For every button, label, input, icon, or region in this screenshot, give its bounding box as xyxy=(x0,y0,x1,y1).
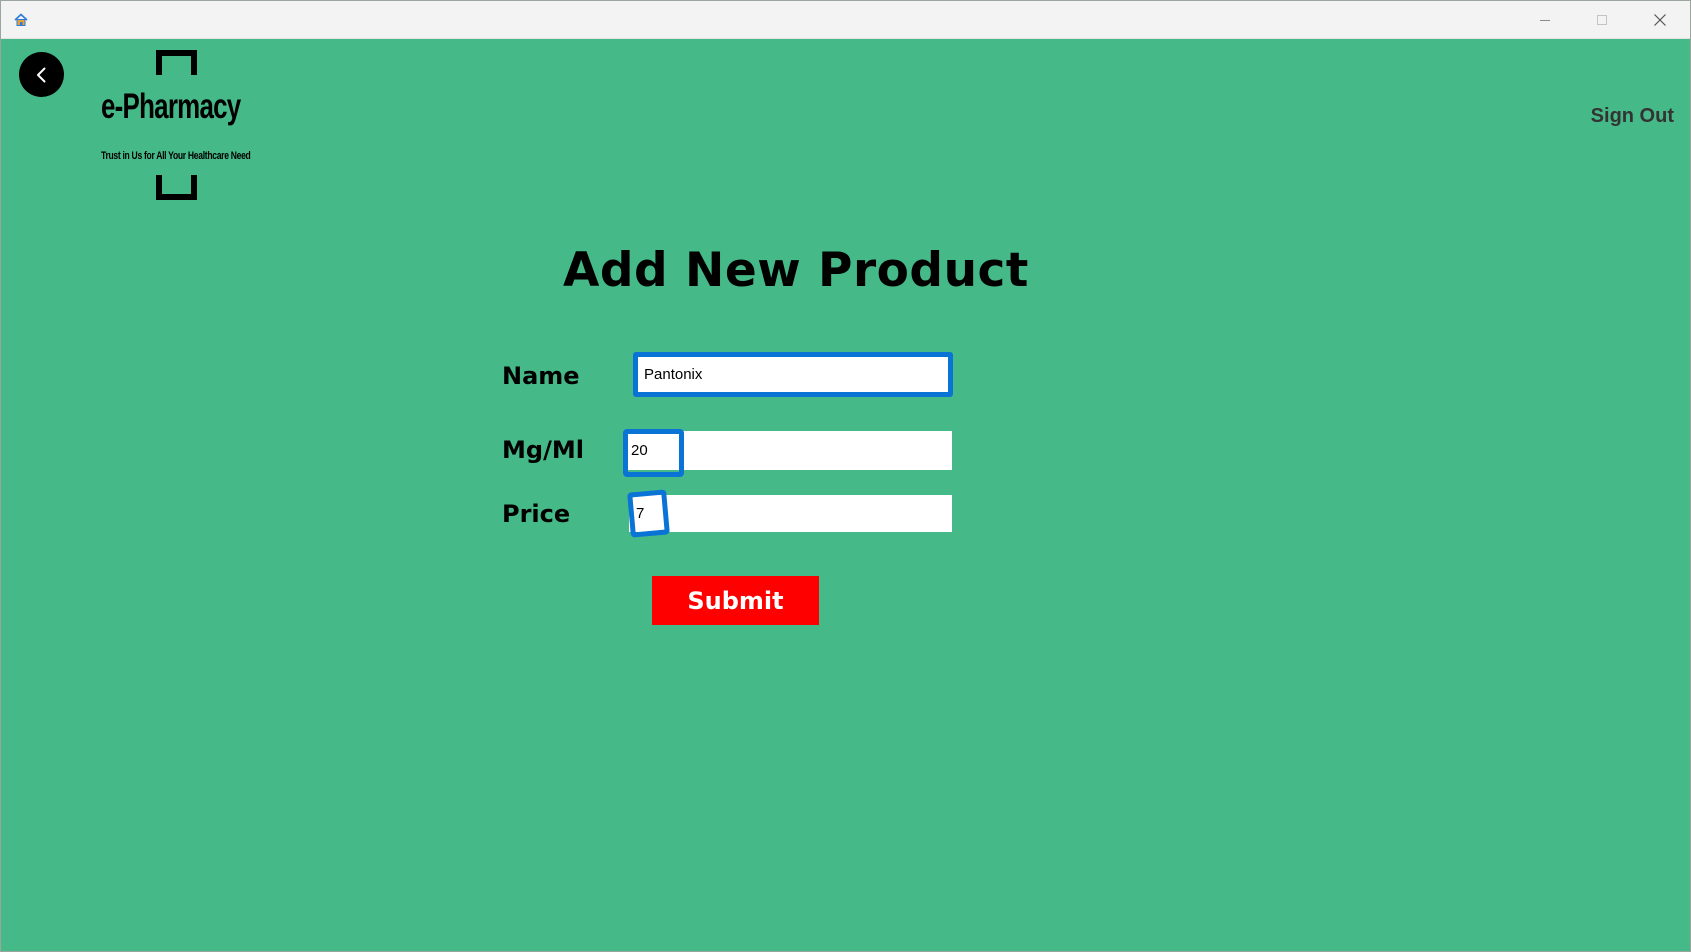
maximize-icon xyxy=(1597,14,1607,25)
minimize-button[interactable] xyxy=(1516,1,1574,38)
price-label: Price xyxy=(502,500,571,528)
title-bar xyxy=(1,1,1690,39)
page-title: Add New Product xyxy=(563,243,1029,298)
submit-button[interactable]: Submit xyxy=(652,576,819,625)
close-icon xyxy=(1654,13,1666,26)
price-input[interactable] xyxy=(629,495,952,532)
maximize-button[interactable] xyxy=(1573,1,1631,38)
mg-ml-input[interactable] xyxy=(624,431,952,470)
logo-title: e-Pharmacy xyxy=(101,87,241,126)
home-icon xyxy=(13,12,29,28)
chevron-left-icon xyxy=(36,67,45,82)
back-button[interactable] xyxy=(19,52,64,97)
e-pharmacy-logo: e-Pharmacy Trust in Us for All Your Heal… xyxy=(97,49,257,201)
minimize-icon xyxy=(1540,19,1550,21)
logo-tagline: Trust in Us for All Your Healthcare Need xyxy=(101,150,251,162)
mg-ml-label: Mg/Ml xyxy=(502,436,584,464)
sign-out-link[interactable]: Sign Out xyxy=(1591,105,1674,128)
name-label: Name xyxy=(502,362,580,390)
close-button[interactable] xyxy=(1631,1,1689,38)
app-window: e-Pharmacy Trust in Us for All Your Heal… xyxy=(0,0,1691,952)
name-input[interactable] xyxy=(633,352,953,397)
